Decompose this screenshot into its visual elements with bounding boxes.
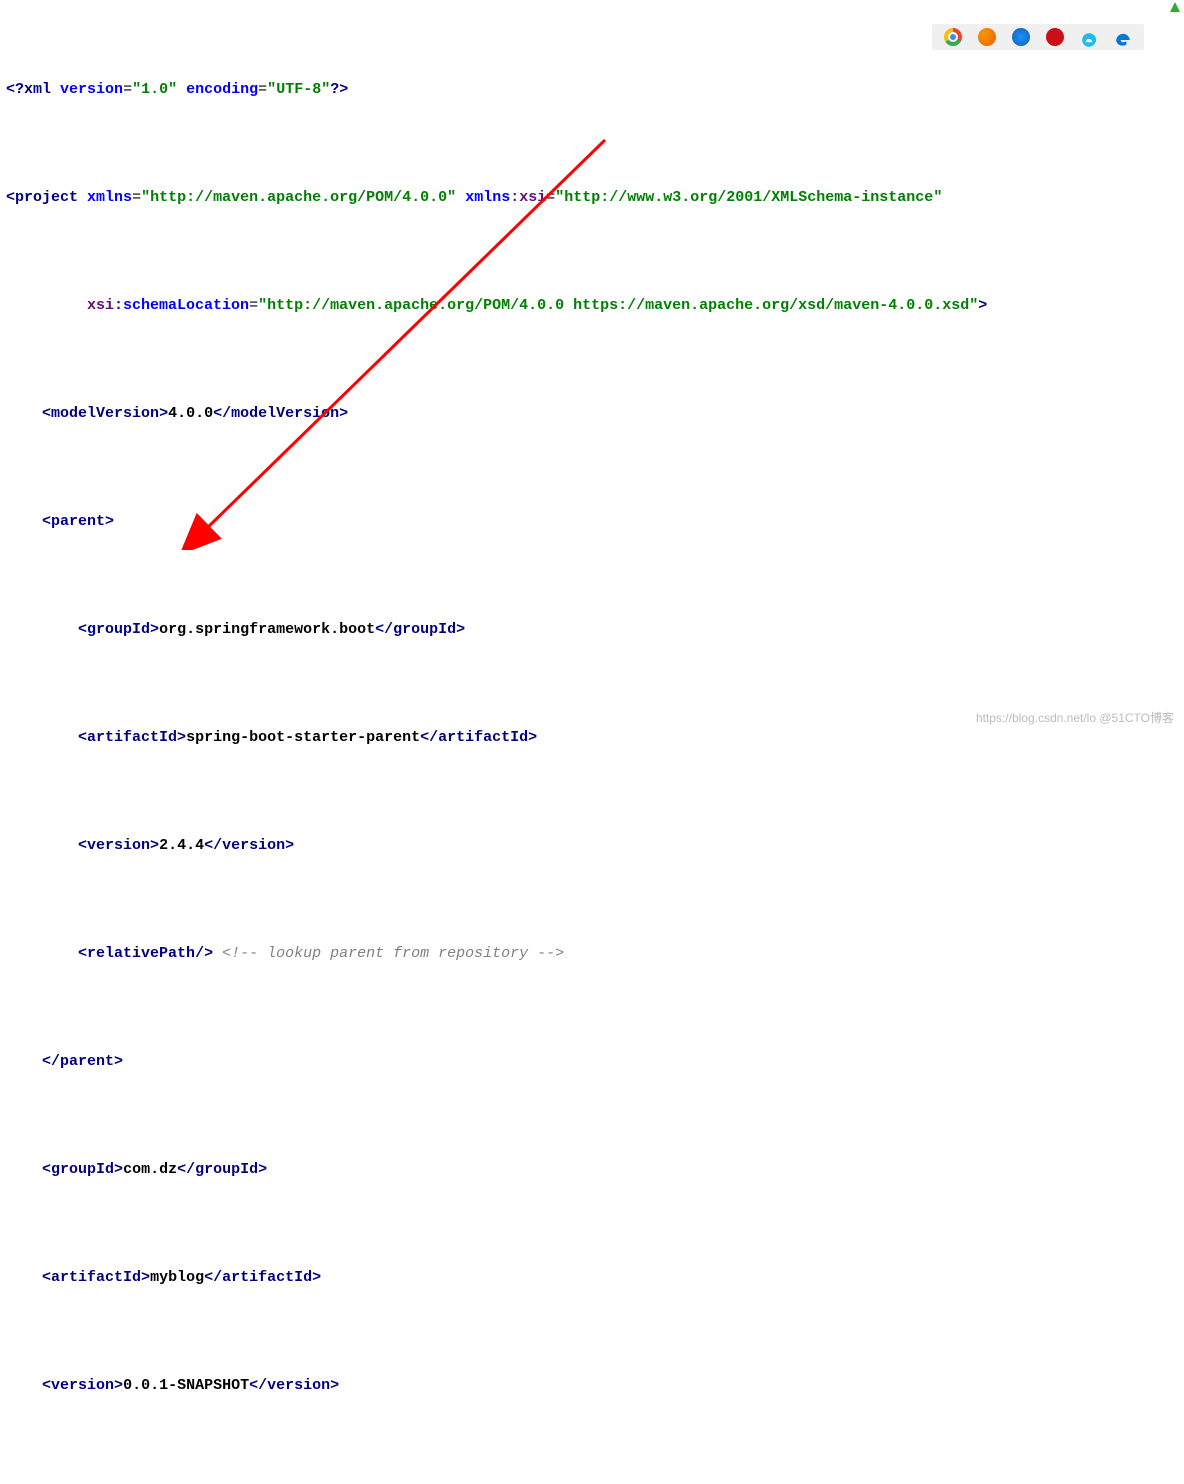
watermark-text: https://blog.csdn.net/lo @51CTO博客 xyxy=(976,700,1174,736)
code-editor[interactable]: <?xml version="1.0" encoding="UTF-8"?> <… xyxy=(0,0,1184,1484)
code-line: xsi:schemaLocation="http://maven.apache.… xyxy=(4,288,1180,324)
code-line: <relativePath/> <!-- lookup parent from … xyxy=(4,936,1180,972)
code-line: <modelVersion>4.0.0</modelVersion> xyxy=(4,396,1180,432)
browser-icons-toolbar[interactable] xyxy=(932,24,1144,50)
code-line: <version>0.0.1-SNAPSHOT</version> xyxy=(4,1368,1180,1404)
fold-marker-icon xyxy=(1170,2,1180,12)
code-line: <version>2.4.4</version> xyxy=(4,828,1180,864)
edge-icon[interactable] xyxy=(1114,28,1132,46)
code-line: <parent> xyxy=(4,504,1180,540)
code-line: </parent> xyxy=(4,1044,1180,1080)
code-line: <name>myblog</name> xyxy=(4,1476,1180,1484)
code-line: <groupId>com.dz</groupId> xyxy=(4,1152,1180,1188)
safari-icon[interactable] xyxy=(1012,28,1030,46)
firefox-icon[interactable] xyxy=(978,28,996,46)
code-line: <project xmlns="http://maven.apache.org/… xyxy=(4,180,1180,216)
ie-icon[interactable] xyxy=(1080,28,1098,46)
chrome-icon[interactable] xyxy=(944,28,962,46)
code-line: <groupId>org.springframework.boot</group… xyxy=(4,612,1180,648)
code-line: <artifactId>myblog</artifactId> xyxy=(4,1260,1180,1296)
code-line: <?xml version="1.0" encoding="UTF-8"?> xyxy=(4,72,1180,108)
opera-icon[interactable] xyxy=(1046,28,1064,46)
